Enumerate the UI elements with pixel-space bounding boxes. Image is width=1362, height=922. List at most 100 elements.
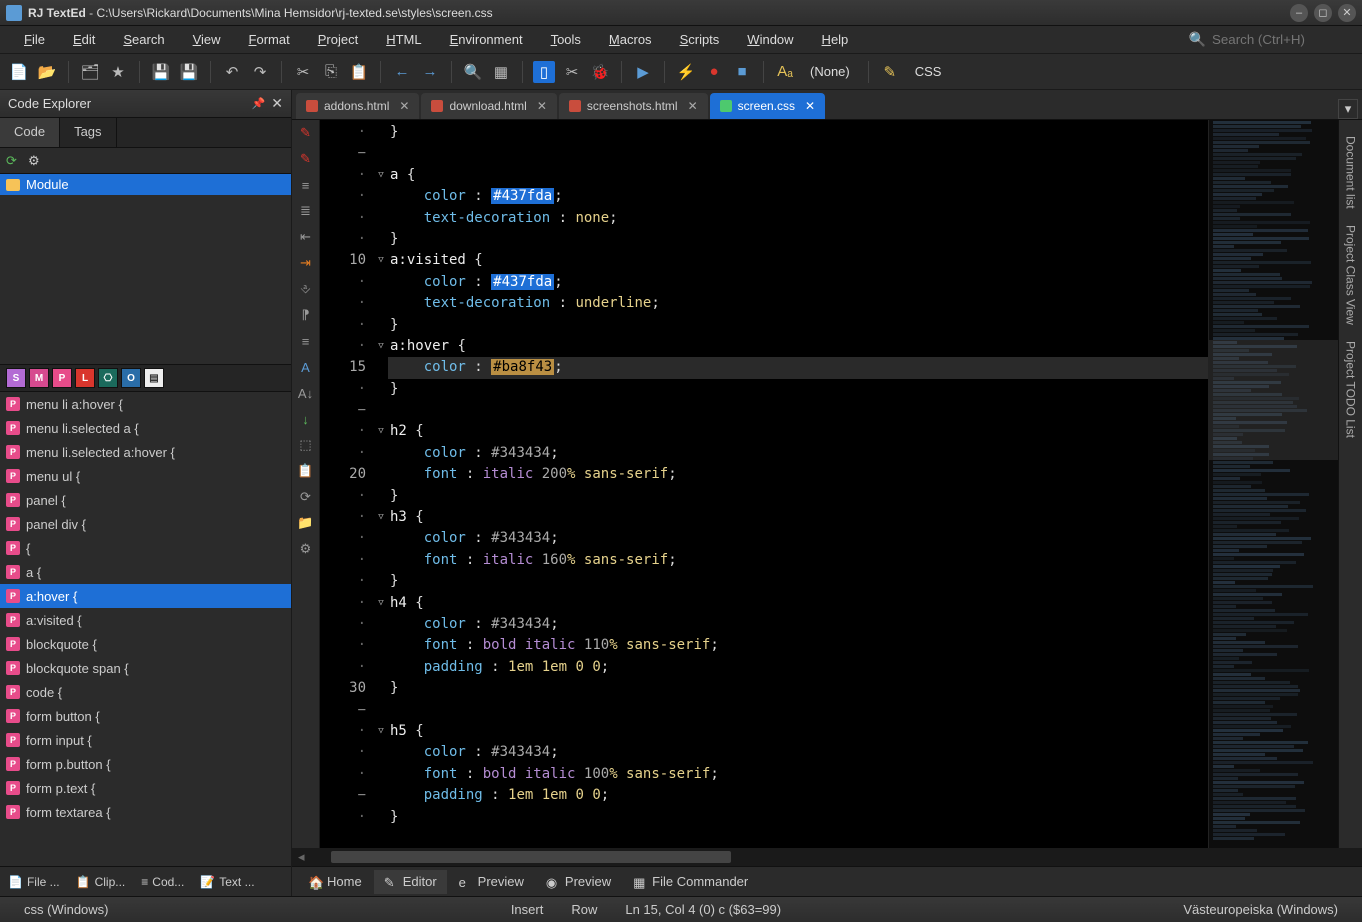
- scheme-icon[interactable]: Aₐ: [774, 61, 796, 83]
- filter-badge[interactable]: M: [29, 368, 49, 388]
- list-item[interactable]: Pform textarea {: [0, 800, 291, 824]
- minimap[interactable]: [1208, 120, 1338, 848]
- panel-icon[interactable]: ▯: [533, 61, 555, 83]
- favorite-icon[interactable]: ★: [107, 61, 129, 83]
- vicon[interactable]: 📁: [297, 514, 315, 532]
- menu-view[interactable]: View: [179, 28, 235, 51]
- run-icon[interactable]: ▶: [632, 61, 654, 83]
- vicon[interactable]: ⎀: [297, 280, 315, 298]
- redo-icon[interactable]: ↷: [249, 61, 271, 83]
- vicon[interactable]: ⇤: [297, 228, 315, 246]
- vicon[interactable]: ✎: [297, 124, 315, 142]
- tree-item-module[interactable]: Module: [0, 174, 291, 195]
- menu-environment[interactable]: Environment: [436, 28, 537, 51]
- rail-tab[interactable]: Project TODO List: [1344, 333, 1358, 446]
- maximize-button[interactable]: ◻: [1314, 4, 1332, 22]
- copy-icon[interactable]: ⎘: [320, 61, 342, 83]
- list-item[interactable]: Pblockquote {: [0, 632, 291, 656]
- bottom-tab-home[interactable]: 🏠Home: [298, 870, 372, 894]
- back-icon[interactable]: ←: [391, 61, 413, 83]
- minimap-viewport[interactable]: [1209, 340, 1338, 460]
- menu-search[interactable]: Search: [109, 28, 178, 51]
- filter-badge[interactable]: S: [6, 368, 26, 388]
- bottom-tab-preview[interactable]: ◉Preview: [536, 870, 621, 894]
- vicon[interactable]: A: [297, 358, 315, 376]
- refresh-icon[interactable]: ⟳: [6, 153, 22, 169]
- left-bottom-tab[interactable]: ≡Cod...: [133, 870, 192, 894]
- search-icon[interactable]: 🔍: [1189, 31, 1206, 48]
- list-item[interactable]: Ppanel {: [0, 488, 291, 512]
- menu-scripts[interactable]: Scripts: [666, 28, 734, 51]
- bug-icon[interactable]: 🐞: [589, 61, 611, 83]
- scheme-label[interactable]: (None): [802, 62, 858, 81]
- horizontal-scrollbar[interactable]: ◂: [292, 848, 1362, 866]
- vicon[interactable]: ⁋: [297, 306, 315, 324]
- filter-badge[interactable]: ▤: [144, 368, 164, 388]
- list-item[interactable]: Pform button {: [0, 704, 291, 728]
- menu-project[interactable]: Project: [304, 28, 372, 51]
- list-item[interactable]: Pmenu li a:hover {: [0, 392, 291, 416]
- list-item[interactable]: Pa {: [0, 560, 291, 584]
- vicon[interactable]: 📋: [297, 462, 315, 480]
- tabs-dropdown-icon[interactable]: ▾: [1338, 99, 1358, 119]
- forward-icon[interactable]: →: [419, 61, 441, 83]
- left-bottom-tab[interactable]: 📄File ...: [0, 870, 68, 894]
- save-icon[interactable]: 💾: [150, 61, 172, 83]
- list-item[interactable]: Ppanel div {: [0, 512, 291, 536]
- list-item[interactable]: Pmenu li.selected a:hover {: [0, 440, 291, 464]
- bolt-icon[interactable]: ⚡: [675, 61, 697, 83]
- list-item[interactable]: Pcode {: [0, 680, 291, 704]
- menu-help[interactable]: Help: [808, 28, 863, 51]
- doc-tab[interactable]: addons.html✕: [296, 93, 419, 119]
- filter-badge[interactable]: L: [75, 368, 95, 388]
- close-tab-icon[interactable]: ✕: [805, 99, 815, 113]
- lang-label[interactable]: CSS: [907, 62, 950, 81]
- new-file-icon[interactable]: 📄: [8, 61, 30, 83]
- rail-tab[interactable]: Document list: [1344, 128, 1358, 217]
- search-input[interactable]: [1212, 32, 1352, 47]
- filter-badge[interactable]: O: [121, 368, 141, 388]
- panel-close-icon[interactable]: ✕: [271, 95, 283, 112]
- doc-tab[interactable]: download.html✕: [421, 93, 556, 119]
- selector-list[interactable]: Pmenu li a:hover {Pmenu li.selected a {P…: [0, 392, 291, 866]
- list-item[interactable]: Pform p.text {: [0, 776, 291, 800]
- close-button[interactable]: ✕: [1338, 4, 1356, 22]
- gear-icon[interactable]: ⚙: [28, 153, 44, 169]
- vicon[interactable]: ⚙: [297, 540, 315, 558]
- filter-badge[interactable]: P: [52, 368, 72, 388]
- record-icon[interactable]: ●: [703, 61, 725, 83]
- menu-html[interactable]: HTML: [372, 28, 435, 51]
- menu-edit[interactable]: Edit: [59, 28, 109, 51]
- vicon[interactable]: ≣: [297, 202, 315, 220]
- pin-icon[interactable]: 📌: [252, 97, 266, 110]
- list-item[interactable]: Pblockquote span {: [0, 656, 291, 680]
- undo-icon[interactable]: ↶: [221, 61, 243, 83]
- folder-icon[interactable]: 🗂: [79, 61, 101, 83]
- close-tab-icon[interactable]: ✕: [399, 99, 409, 113]
- vicon[interactable]: ↓: [297, 410, 315, 428]
- list-item[interactable]: Pform input {: [0, 728, 291, 752]
- save-all-icon[interactable]: 💾: [178, 61, 200, 83]
- left-bottom-tab[interactable]: 📋Clip...: [68, 870, 134, 894]
- pencil-icon[interactable]: ✎: [879, 61, 901, 83]
- list-item[interactable]: Pmenu li.selected a {: [0, 416, 291, 440]
- vicon[interactable]: ⟳: [297, 488, 315, 506]
- filter-badge[interactable]: ⎔: [98, 368, 118, 388]
- panel-tab-code[interactable]: Code: [0, 118, 60, 147]
- vicon[interactable]: ⇥: [297, 254, 315, 272]
- code-editor[interactable]: 10152030 } a { color : #437fda; text-dec…: [320, 120, 1338, 848]
- scrollbar-thumb[interactable]: [331, 851, 731, 863]
- close-tab-icon[interactable]: ✕: [688, 99, 698, 113]
- menu-window[interactable]: Window: [733, 28, 807, 51]
- tool-icon[interactable]: ✂: [561, 61, 583, 83]
- list-item[interactable]: Pa:hover {: [0, 584, 291, 608]
- panel-tab-tags[interactable]: Tags: [60, 118, 116, 147]
- menu-macros[interactable]: Macros: [595, 28, 666, 51]
- list-item[interactable]: Pform p.button {: [0, 752, 291, 776]
- zoom-icon[interactable]: 🔍: [462, 61, 484, 83]
- list-item[interactable]: Pmenu ul {: [0, 464, 291, 488]
- vicon[interactable]: ✎: [297, 150, 315, 168]
- vicon[interactable]: ⬚: [297, 436, 315, 454]
- vicon[interactable]: A↓: [297, 384, 315, 402]
- doc-tab[interactable]: screen.css✕: [710, 93, 825, 119]
